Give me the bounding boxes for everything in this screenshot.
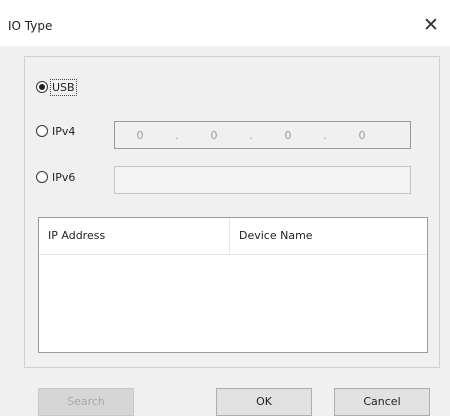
radio-usb-label[interactable]: USB [50,78,77,96]
close-icon[interactable]: ✕ [420,14,442,36]
ipv4-octet-3[interactable]: 0 [263,129,313,142]
table-header: IP Address Device Name [39,218,427,255]
ipv4-octet-1[interactable]: 0 [115,129,165,142]
radio-ipv4[interactable]: IPv4 [36,121,75,141]
cancel-button[interactable]: Cancel [334,388,430,416]
ipv6-address-field[interactable] [114,166,411,194]
device-table[interactable]: IP Address Device Name [38,217,428,353]
window-title: IO Type [8,19,53,33]
ipv4-separator: . [249,128,253,142]
title-bar: IO Type ✕ [0,0,450,46]
radio-ipv6-indicator[interactable] [36,171,48,183]
ipv4-address-field[interactable]: 0 . 0 . 0 . 0 [114,121,411,149]
ipv4-octet-2[interactable]: 0 [189,129,239,142]
ok-button[interactable]: OK [216,388,312,416]
radio-ipv6-label[interactable]: IPv6 [52,171,75,184]
radio-usb[interactable]: USB [36,77,77,97]
radio-usb-indicator[interactable] [36,81,48,93]
radio-ipv4-label[interactable]: IPv4 [52,125,75,138]
ipv4-separator: . [323,128,327,142]
ipv4-separator: . [175,128,179,142]
ipv4-octet-4[interactable]: 0 [337,129,387,142]
radio-ipv6[interactable]: IPv6 [36,167,75,187]
search-button[interactable]: Search [38,388,134,416]
column-header-ip-address[interactable]: IP Address [39,218,230,254]
radio-ipv4-indicator[interactable] [36,125,48,137]
column-header-device-name[interactable]: Device Name [230,218,427,254]
